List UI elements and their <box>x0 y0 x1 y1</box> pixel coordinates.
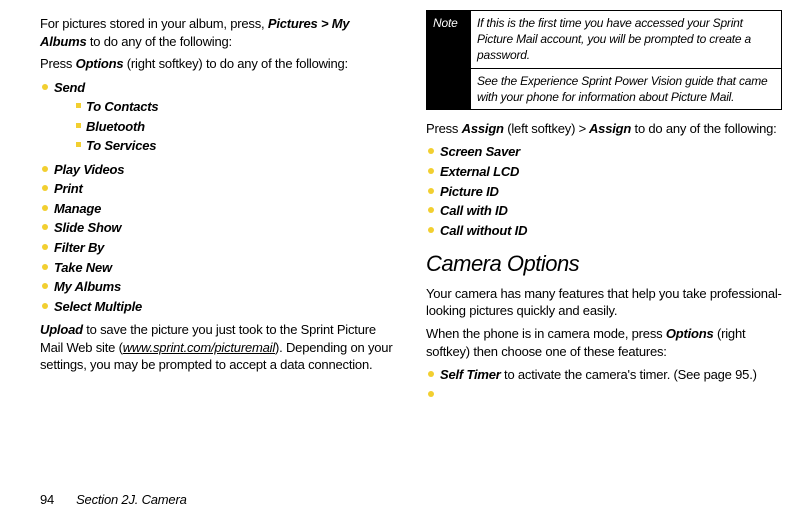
page-number: 94 <box>40 492 54 507</box>
intro-paragraph-2: Press Options (right softkey) to do any … <box>40 55 396 73</box>
assign-list: Screen Saver External LCD Picture ID Cal… <box>426 143 782 239</box>
list-item: Picture ID <box>428 183 782 201</box>
send-label: Send <box>54 80 85 95</box>
list-item: Select Multiple <box>42 298 396 316</box>
self-timer-item: Self Timer to activate the camera's time… <box>428 366 782 384</box>
list-item: Filter By <box>42 239 396 257</box>
list-item: Call without ID <box>428 222 782 240</box>
upload-label: Upload <box>40 322 83 337</box>
empty-bullet <box>428 386 782 404</box>
url-link: www.sprint.com/picturemail <box>123 340 275 355</box>
assign-label: Assign <box>462 121 504 136</box>
camera-options-heading: Camera Options <box>426 249 782 279</box>
assign-paragraph: Press Assign (left softkey) > Assign to … <box>426 120 782 138</box>
send-sub-item: To Services <box>76 137 396 155</box>
note-text-1: If this is the first time you have acces… <box>471 11 782 69</box>
camera-paragraph-2: When the phone is in camera mode, press … <box>426 325 782 360</box>
intro-paragraph-1: For pictures stored in your album, press… <box>40 15 396 50</box>
list-item: Manage <box>42 200 396 218</box>
text: to activate the camera's timer. (See pag… <box>501 367 757 382</box>
options-label: Options <box>666 326 714 341</box>
options-list: Send To Contacts Bluetooth To Services P… <box>40 79 396 316</box>
options-label: Options <box>76 56 124 71</box>
self-timer-label: Self Timer <box>440 367 501 382</box>
note-label-cell: Note <box>427 11 471 110</box>
list-item: My Albums <box>42 278 396 296</box>
send-item: Send To Contacts Bluetooth To Services <box>42 79 396 155</box>
text: For pictures stored in your album, press… <box>40 16 268 31</box>
note-box: Note If this is the first time you have … <box>426 10 782 110</box>
camera-paragraph-1: Your camera has many features that help … <box>426 285 782 320</box>
camera-features-list: Self Timer to activate the camera's time… <box>426 366 782 403</box>
list-item: Call with ID <box>428 202 782 220</box>
send-sub-item: To Contacts <box>76 98 396 116</box>
list-item: Take New <box>42 259 396 277</box>
list-item: Slide Show <box>42 219 396 237</box>
page-footer: 94 Section 2J. Camera <box>40 491 187 509</box>
list-item: External LCD <box>428 163 782 181</box>
assign-label-2: Assign <box>586 121 631 136</box>
send-sublist: To Contacts Bluetooth To Services <box>74 98 396 155</box>
right-column: Note If this is the first time you have … <box>426 10 782 409</box>
text: When the phone is in camera mode, press <box>426 326 666 341</box>
section-label: Section 2J. Camera <box>76 492 187 507</box>
text: (right softkey) to do any of the followi… <box>123 56 348 71</box>
text: to do any of the following: <box>631 121 776 136</box>
send-sub-item: Bluetooth <box>76 118 396 136</box>
text: (left softkey) <box>504 121 579 136</box>
upload-paragraph: Upload to save the picture you just took… <box>40 321 396 374</box>
text: Press <box>426 121 462 136</box>
list-item: Print <box>42 180 396 198</box>
list-item: Screen Saver <box>428 143 782 161</box>
left-column: For pictures stored in your album, press… <box>40 10 396 409</box>
note-text-2: See the Experience Sprint Power Vision g… <box>471 68 782 109</box>
text: to do any of the following: <box>86 34 231 49</box>
gt-symbol: > <box>579 121 586 136</box>
text: Press <box>40 56 76 71</box>
list-item: Play Videos <box>42 161 396 179</box>
